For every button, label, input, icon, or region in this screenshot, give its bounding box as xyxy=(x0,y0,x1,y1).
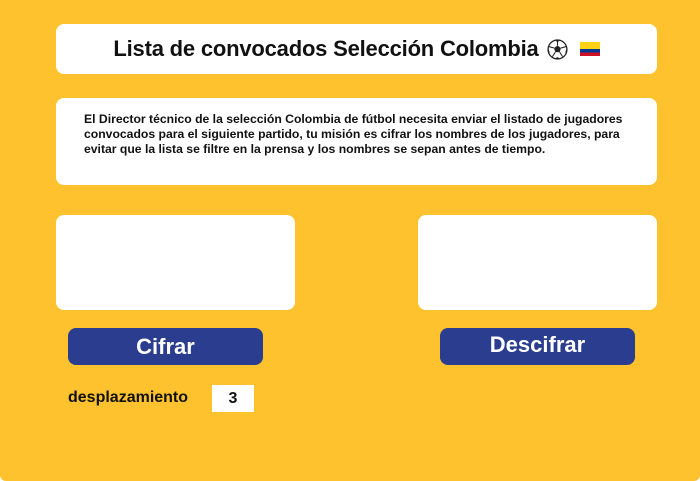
app-container: Lista de convocados Selección Colombia E… xyxy=(0,0,700,481)
title-card: Lista de convocados Selección Colombia xyxy=(56,24,657,74)
plaintext-input[interactable] xyxy=(56,215,295,310)
page-title: Lista de convocados Selección Colombia xyxy=(113,36,539,61)
shift-label: desplazamiento xyxy=(68,389,189,406)
description-text: El Director técnico de la selección Colo… xyxy=(84,112,623,156)
shift-input[interactable] xyxy=(212,385,254,412)
description-card: El Director técnico de la selección Colo… xyxy=(56,98,657,185)
ciphertext-output[interactable] xyxy=(418,215,657,310)
soccer-ball-icon xyxy=(547,38,568,60)
colombia-flag-icon xyxy=(579,42,600,56)
decipher-button[interactable]: Descifrar xyxy=(440,328,635,365)
cipher-button[interactable]: Cifrar xyxy=(68,328,263,365)
